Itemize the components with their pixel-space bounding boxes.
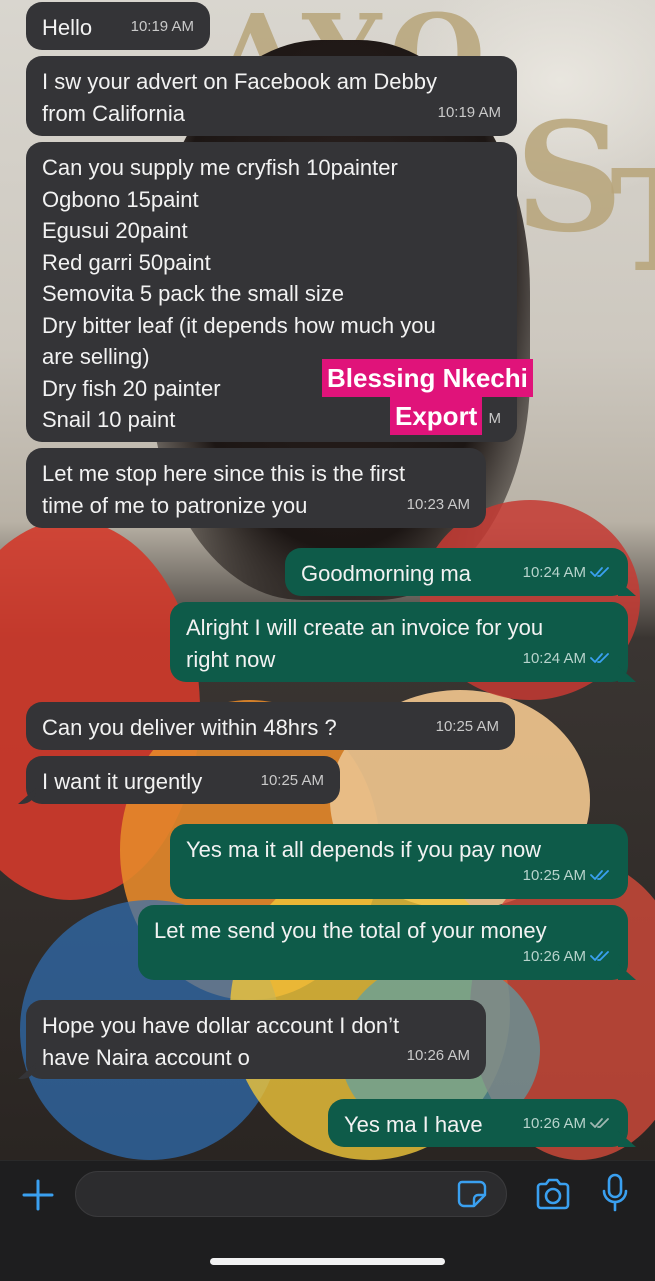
sticker-icon[interactable] [456,1179,488,1209]
message-time: 10:24 AM [522,649,586,667]
message-status: 10:25 AM [523,860,612,892]
message-time: 10:25 AM [522,866,586,884]
incoming-message[interactable]: Let me stop here since this is the first… [26,448,486,528]
outgoing-message[interactable]: Yes ma it all depends if you pay now 10:… [170,824,628,899]
message-text: Let me send you the total of your money [154,918,547,943]
incoming-message[interactable]: Can you deliver within 48hrs ? 10:25 AM [26,702,515,750]
message-text: Hope you have dollar account I don’t hav… [42,1013,400,1070]
message-status: 10:26 AM [523,1108,612,1140]
outgoing-message[interactable]: Goodmorning ma 10:24 AM [285,548,628,596]
incoming-message[interactable]: Hope you have dollar account I don’t hav… [26,1000,486,1079]
outgoing-message[interactable]: Let me send you the total of your money … [138,905,628,980]
incoming-message[interactable]: Hello 10:19 AM [26,2,210,50]
message-text: Yes ma I have [344,1112,483,1137]
message-status: 10:26 AM [523,941,612,973]
message-text: Let me stop here since this is the first… [42,461,406,518]
message-text: Alright I will create an invoice for you… [186,615,544,672]
message-time: 10:25 AM [260,771,324,789]
outgoing-message[interactable]: Alright I will create an invoice for you… [170,602,628,682]
microphone-icon[interactable] [600,1173,630,1213]
incoming-message[interactable]: I want it urgently 10:25 AM [26,756,340,804]
message-text: Yes ma it all depends if you pay now [186,837,542,862]
watermark: Blessing Nkechi Export [322,359,558,437]
read-receipt-icon [590,567,609,578]
read-receipt-icon [590,951,609,962]
message-time: 10:23 AM [406,495,470,513]
home-indicator[interactable] [210,1258,445,1265]
message-text: I sw your advert on Facebook am Debby fr… [42,69,437,126]
read-receipt-icon [590,870,609,881]
incoming-message[interactable]: I sw your advert on Facebook am Debby fr… [26,56,517,136]
camera-icon[interactable] [534,1177,572,1211]
outgoing-message[interactable]: Yes ma I have 10:26 AM [328,1099,628,1147]
message-status: 10:24 AM [523,643,612,675]
message-text: Goodmorning ma [301,561,471,586]
message-input[interactable] [75,1171,507,1217]
message-time: 10:25 AM [435,717,499,735]
message-time: 10:26 AM [406,1046,470,1064]
plus-icon[interactable] [20,1177,56,1213]
read-receipt-icon [590,653,609,664]
message-text: Hello [42,15,93,40]
message-time: 10:24 AM [522,563,586,581]
message-status: 10:24 AM [523,557,612,589]
message-time: 10:19 AM [130,17,194,35]
watermark-line: Blessing Nkechi [322,359,533,397]
message-text: I want it urgently [42,769,203,794]
message-list[interactable]: Hello 10:19 AM I sw your advert on Faceb… [0,0,655,1160]
message-time: 10:19 AM [437,103,501,121]
message-time: 10:26 AM [522,1114,586,1132]
delivered-receipt-icon [590,1118,609,1129]
message-text: Can you deliver within 48hrs ? [42,715,337,740]
watermark-line: Export [390,397,483,435]
message-time: 10:26 AM [522,947,586,965]
